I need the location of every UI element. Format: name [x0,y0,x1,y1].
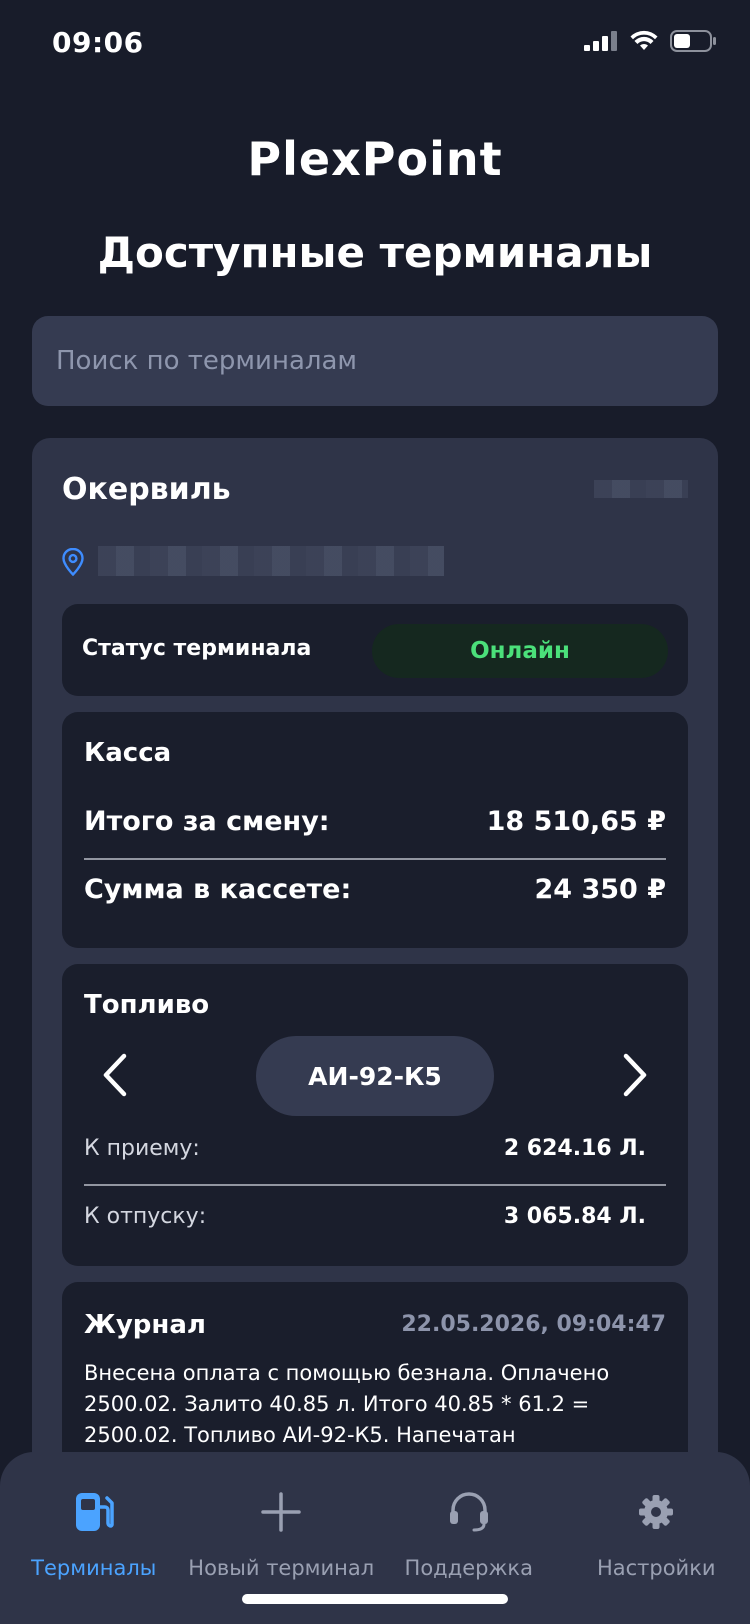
tab-terminals-label: Терминалы [31,1556,157,1580]
headset-icon [449,1492,488,1532]
shift-total-value: 18 510,65 ₽ [486,806,666,837]
fuel-receive-value: 2 624.16 Л. [503,1136,646,1161]
tab-support-label: Поддержка [404,1556,533,1580]
fuel-panel: Топливо АИ-92-К5 К приему: 2 624.16 Л. К… [62,964,688,1266]
search-box[interactable] [32,316,718,406]
terminal-status-panel: Статус терминала Онлайн [62,604,688,696]
gear-icon [639,1495,674,1529]
terminal-card[interactable]: Окервиль Статус терминала Онлайн Касса И… [32,438,718,1624]
journal-entry-text: Внесена оплата с помощью безнала. Оплаче… [84,1361,610,1447]
tab-settings-label: Настройки [596,1556,716,1580]
fuel-pump-icon [75,1493,114,1531]
journal-date: 22.05.2026, 09:04:47 [401,1312,666,1337]
fuel-release-value: 3 065.84 Л. [503,1204,646,1229]
cash-panel: Касса Итого за смену: 18 510,65 ₽ Сумма … [62,712,688,948]
cassette-value: 24 350 ₽ [534,874,666,905]
location-pin-icon [62,548,84,576]
status-badge: Онлайн [372,624,668,678]
cellular-signal-icon [584,31,617,51]
chevron-left-icon[interactable] [96,1050,136,1100]
status-bar: 09:06 [0,0,750,92]
status-time: 09:06 [52,26,144,59]
fuel-divider [84,1184,666,1186]
fuel-receive-row: К приему: 2 624.16 Л. [84,1136,666,1161]
redacted-address [98,546,444,576]
shift-total-row: Итого за смену: 18 510,65 ₽ [84,806,666,837]
journal-title: Журнал [84,1310,206,1340]
terminal-name: Окервиль [62,472,231,507]
status-icons [584,30,716,52]
tab-terminals[interactable]: Терминалы [0,1452,188,1624]
cassette-label: Сумма в кассете: [84,874,352,905]
redacted-terminal-id [594,480,688,498]
tab-new-terminal-label: Новый терминал [188,1556,375,1580]
fuel-type-selector[interactable]: АИ-92-К5 [256,1036,494,1116]
home-indicator [242,1594,508,1604]
fuel-release-label: К отпуску: [84,1204,207,1229]
tab-settings[interactable]: Настройки [563,1452,750,1624]
terminal-status-label: Статус терминала [82,636,312,661]
cash-title: Касса [84,738,172,768]
cash-divider [84,858,666,860]
search-input[interactable] [56,346,694,376]
fuel-receive-label: К приему: [84,1136,200,1161]
plus-icon [261,1492,301,1532]
battery-icon [670,30,716,52]
chevron-right-icon[interactable] [614,1050,654,1100]
page-title: Доступные терминалы [97,228,653,277]
app-logo: PlexPoint [247,132,503,186]
cassette-row: Сумма в кассете: 24 350 ₽ [84,874,666,905]
fuel-release-row: К отпуску: 3 065.84 Л. [84,1204,666,1229]
shift-total-label: Итого за смену: [84,806,330,837]
fuel-title: Топливо [84,990,210,1020]
wifi-icon [630,30,658,50]
